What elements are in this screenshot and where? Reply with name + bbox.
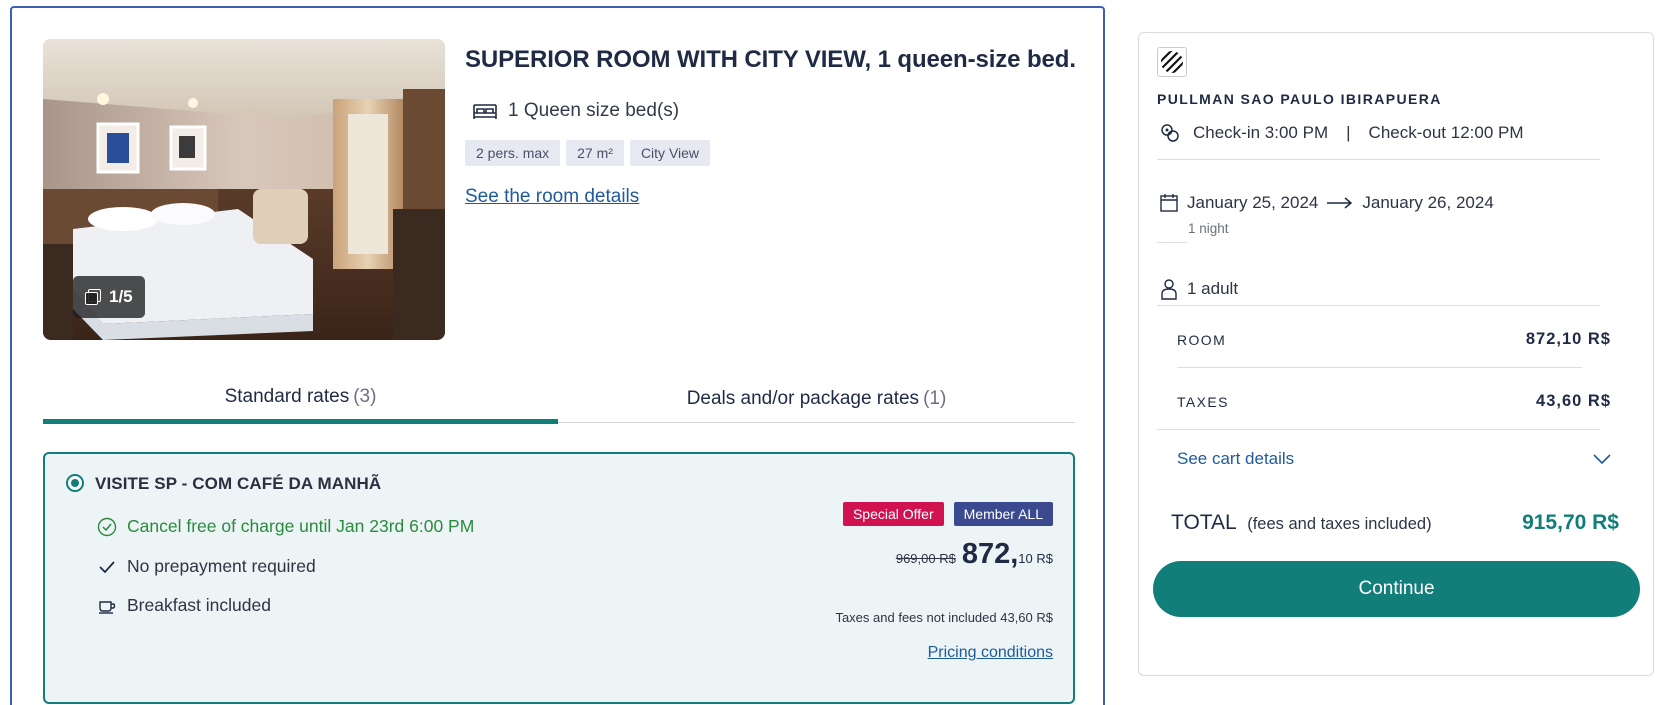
rate-tabs: Standard rates (3) Deals and/or package … [43, 378, 1075, 424]
taxes-note: Taxes and fees not included 43,60 R$ [835, 610, 1053, 625]
tab-count: (3) [353, 386, 377, 407]
photo-counter[interactable]: 1/5 [73, 276, 145, 318]
see-cart-details-toggle[interactable]: See cart details [1177, 449, 1611, 469]
total-amount: 915,70 R$ [1522, 511, 1619, 534]
room-photo[interactable]: 1/5 [43, 39, 445, 340]
tab-standard-rates[interactable]: Standard rates (3) [43, 378, 558, 424]
person-icon [1161, 279, 1177, 300]
tag-view: City View [629, 140, 711, 166]
tab-label: Standard rates [224, 386, 350, 407]
price-integer: 872, [961, 538, 1019, 570]
feature-breakfast: Breakfast included [97, 595, 271, 616]
hotel-logo-mark [1161, 51, 1183, 73]
calendar-icon [1160, 194, 1178, 212]
divider [1157, 242, 1187, 243]
room-title: SUPERIOR ROOM WITH CITY VIEW, 1 queen-si… [465, 46, 1076, 73]
tag-size: 27 m² [566, 140, 624, 166]
price-decimal: 10 R$ [1018, 551, 1053, 566]
pricing-conditions-link[interactable]: Pricing conditions [928, 644, 1053, 662]
divider [1157, 159, 1600, 160]
rate-radio-selected[interactable] [66, 474, 84, 492]
rate-badges: Special Offer Member ALL [842, 502, 1053, 526]
rate-option-card[interactable]: VISITE SP - COM CAFÉ DA MANHÃ Cancel fre… [43, 452, 1075, 704]
chevron-down-icon [1593, 454, 1611, 464]
tag-capacity: 2 pers. max [465, 140, 561, 166]
keys-icon [1161, 124, 1179, 142]
guest-count[interactable]: 1 adult [1159, 278, 1238, 300]
arrow-right-icon [1327, 197, 1353, 209]
continue-button[interactable]: Continue [1153, 561, 1640, 617]
divider [1177, 367, 1582, 368]
bed-info: 1 Queen size bed(s) [472, 100, 679, 122]
bed-icon [473, 104, 497, 119]
divider [1157, 305, 1600, 306]
room-price-row: ROOM 872,10 R$ [1177, 330, 1611, 349]
feature-text: No prepayment required [127, 556, 316, 576]
cart-details-label: See cart details [1177, 449, 1295, 468]
checkin-time: Check-in 3:00 PM [1193, 123, 1329, 142]
date-from: January 25, 2024 [1187, 193, 1319, 212]
room-tags: 2 pers. max 27 m² City View [465, 140, 711, 166]
taxes-amount: 43,60 R$ [1536, 392, 1611, 410]
date-to: January 26, 2024 [1362, 193, 1494, 212]
photo-counter-label: 1/5 [109, 287, 133, 306]
special-offer-badge: Special Offer [842, 502, 944, 526]
checkmark-icon [99, 560, 115, 573]
total-label: TOTAL [1171, 511, 1237, 534]
member-badge: Member ALL [953, 502, 1053, 526]
checkin-separator: | [1346, 123, 1351, 142]
feature-free-cancellation: Cancel free of charge until Jan 23rd 6:0… [97, 516, 474, 537]
tab-label: Deals and/or package rates [686, 388, 920, 409]
stay-dates[interactable]: January 25, 2024 January 26, 2024 [1159, 193, 1494, 213]
old-price: 969,00 R$ [895, 551, 956, 566]
tab-count: (1) [923, 388, 947, 409]
rate-price: 969,00 R$ 872, 10 R$ [896, 538, 1053, 571]
feature-no-prepayment: No prepayment required [97, 556, 316, 577]
guests-label: 1 adult [1187, 279, 1239, 298]
room-card: 1/5 SUPERIOR ROOM WITH CITY VIEW, 1 quee… [10, 6, 1105, 705]
nights-count: 1 night [1188, 221, 1229, 236]
hotel-name: PULLMAN SAO PAULO IBIRAPUERA [1157, 91, 1442, 107]
check-circle-icon [97, 517, 117, 536]
rate-name: VISITE SP - COM CAFÉ DA MANHÃ [95, 474, 382, 493]
feature-text: Cancel free of charge until Jan 23rd 6:0… [127, 516, 475, 536]
booking-summary: PULLMAN SAO PAULO IBIRAPUERA Check-in 3:… [1138, 32, 1654, 676]
taxes-label: TAXES [1177, 393, 1229, 410]
room-label: ROOM [1177, 331, 1227, 348]
tab-deals-package-rates[interactable]: Deals and/or package rates (1) [558, 378, 1075, 422]
gallery-icon [85, 289, 101, 305]
room-details-link[interactable]: See the room details [465, 186, 639, 208]
feature-text: Breakfast included [127, 595, 271, 615]
taxes-price-row: TAXES 43,60 R$ [1177, 392, 1611, 411]
coffee-cup-icon [99, 600, 116, 614]
total-sub: (fees and taxes included) [1247, 515, 1432, 533]
divider [1157, 429, 1600, 430]
total-row: TOTAL (fees and taxes included) 915,70 R… [1171, 511, 1619, 535]
bed-label: 1 Queen size bed(s) [508, 100, 680, 121]
room-amount: 872,10 R$ [1525, 330, 1611, 348]
checkin-checkout: Check-in 3:00 PM | Check-out 12:00 PM [1159, 122, 1524, 144]
hotel-logo [1157, 47, 1187, 77]
checkout-time: Check-out 12:00 PM [1368, 123, 1524, 142]
